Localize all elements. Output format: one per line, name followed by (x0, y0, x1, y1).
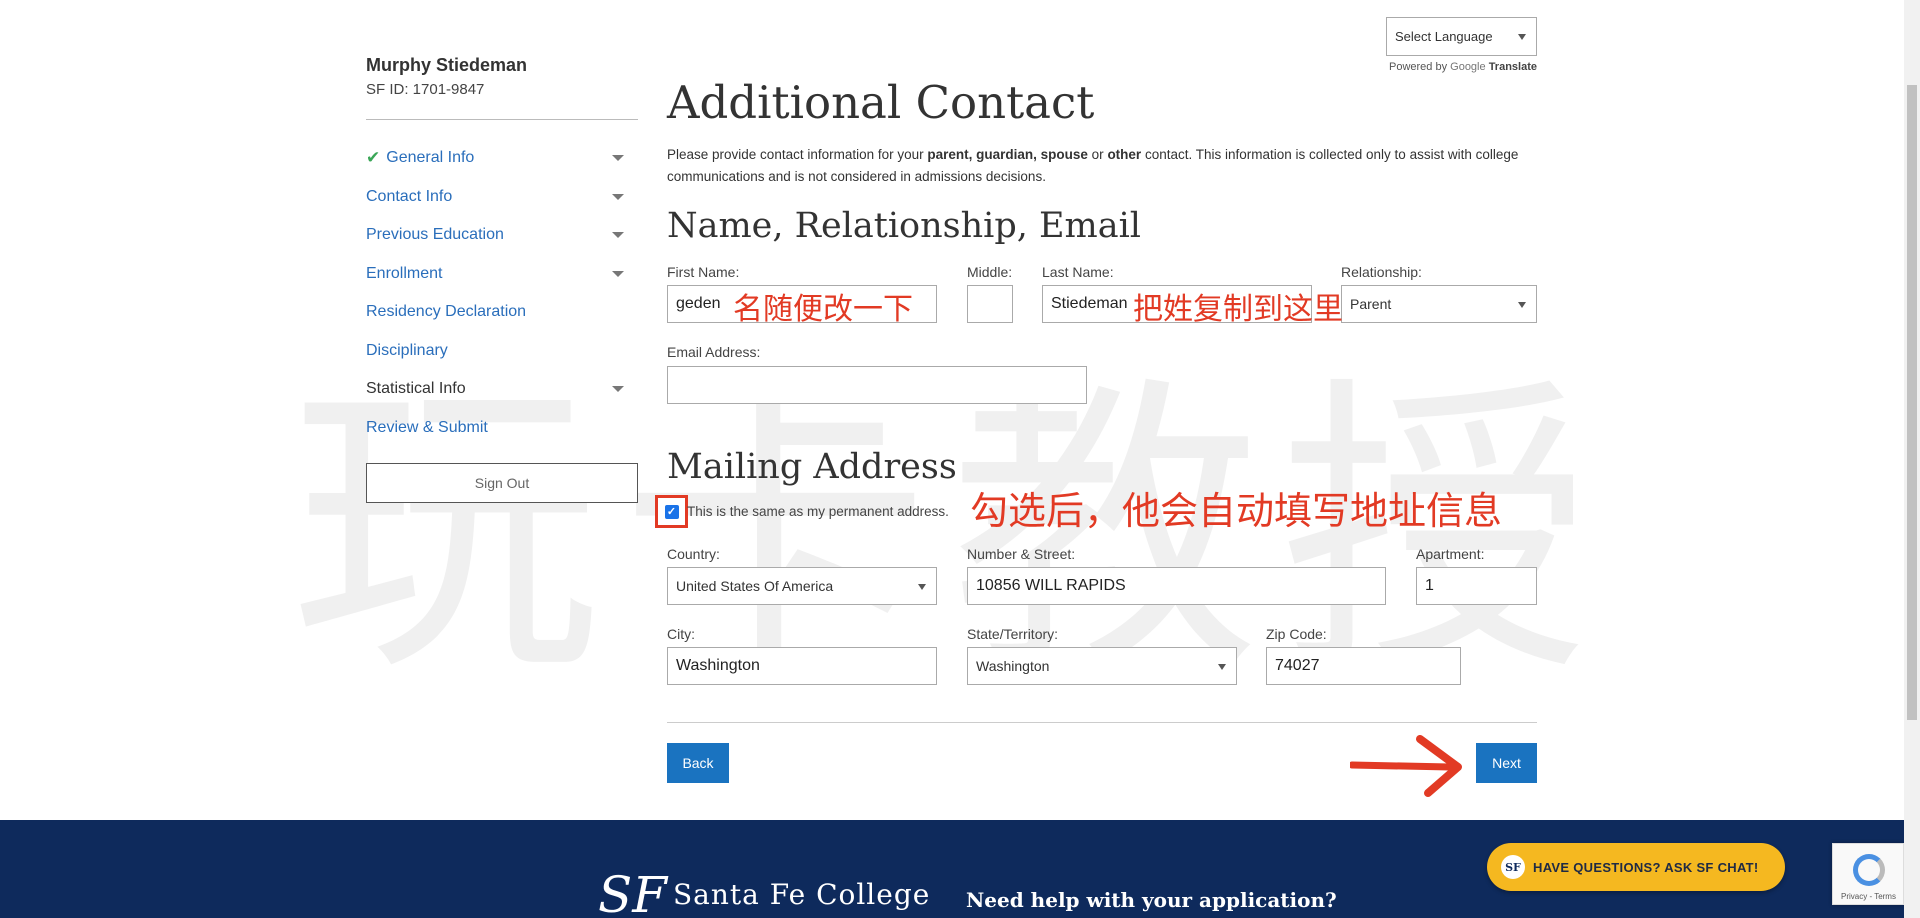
user-name: Murphy Stiedeman (366, 55, 528, 75)
nav-item-residency-declaration[interactable]: Residency Declaration (366, 293, 638, 332)
dropdown-arrow-icon (1518, 302, 1526, 308)
logo-name: Santa Fe College (672, 878, 931, 911)
first-name-label: First Name: (667, 264, 740, 280)
user-id: SF ID: 1701-9847 (366, 81, 485, 98)
email-label: Email Address: (667, 344, 761, 360)
powered-by-text: Powered by (1388, 61, 1448, 73)
caret-down-icon[interactable] (612, 386, 624, 393)
nav-item-label: Contact Info (366, 187, 453, 205)
red-arrow-icon (1350, 735, 1462, 797)
city-field[interactable]: Washington (667, 647, 937, 685)
sidebar: Murphy Stiedeman SF ID: 1701-9847 ✔ Gener… (366, 55, 638, 503)
intro-text: Please provide contact information for y… (667, 147, 1519, 184)
relationship-select[interactable]: Parent (1341, 285, 1537, 323)
nav-item-label: Disciplinary (366, 341, 448, 359)
country-select[interactable]: United States Of America (667, 567, 937, 605)
nav-item-disciplinary[interactable]: Disciplinary (366, 332, 638, 371)
state-label: State/Territory: (967, 626, 1059, 642)
nav-item-label: Review & Submit (366, 418, 488, 436)
city-label: City: (667, 626, 695, 642)
country-value: United States Of America (676, 578, 834, 594)
sf-chat-label: HAVE QUESTIONS? ASK SF CHAT! (1533, 859, 1759, 875)
logo-mark: SF (598, 866, 667, 918)
caret-down-icon[interactable] (612, 232, 624, 239)
language-select-label: Select Language (1395, 29, 1493, 44)
recaptcha-badge[interactable]: Privacy - Terms (1832, 843, 1904, 905)
caret-down-icon[interactable] (612, 270, 624, 277)
google-logo: Google (1450, 61, 1486, 73)
same-address-checkbox[interactable]: ✓ (655, 495, 688, 528)
page-scrollbar[interactable] (1904, 0, 1920, 918)
sidebar-divider (366, 119, 638, 120)
zip-label: Zip Code: (1266, 626, 1327, 642)
email-field[interactable] (667, 366, 1087, 404)
caret-down-icon[interactable] (612, 193, 624, 200)
recaptcha-icon (1853, 854, 1885, 886)
page: 玩卡教授 Murphy Stiedeman SF ID: 1701-9847 ✔… (0, 0, 1920, 918)
checkbox-check-icon: ✓ (664, 504, 679, 519)
santa-fe-college-logo[interactable]: SF Santa Fe College (598, 866, 930, 918)
language-select[interactable]: Select Language (1386, 17, 1537, 56)
relationship-label: Relationship: (1341, 264, 1422, 280)
apartment-field[interactable]: 1 (1416, 567, 1537, 605)
last-name-label: Last Name: (1042, 264, 1114, 280)
annotation-checkbox: 勾选后，他会自动填写地址信息 (970, 489, 1503, 533)
back-button[interactable]: Back (667, 743, 729, 783)
section-heading-mailing: Mailing Address (667, 447, 957, 487)
sf-chat-logo-icon: SF (1501, 855, 1525, 879)
nav-item-statistical-info[interactable]: Statistical Info (366, 370, 638, 409)
relationship-value: Parent (1350, 296, 1392, 312)
middle-name-field[interactable] (967, 285, 1013, 323)
checkmark-icon: ✔ (366, 148, 381, 168)
country-label: Country: (667, 546, 720, 562)
page-title: Additional Contact (667, 76, 1095, 129)
nav-item-label: General Info (386, 149, 475, 167)
nav-item-label: Residency Declaration (366, 303, 527, 321)
street-label: Number & Street: (967, 546, 1076, 562)
caret-down-icon[interactable] (612, 155, 624, 162)
zip-field[interactable]: 74027 (1266, 647, 1461, 685)
street-field[interactable]: 10856 WILL RAPIDS (967, 567, 1386, 605)
nav-item-previous-education[interactable]: Previous Education (366, 216, 638, 255)
dropdown-arrow-icon (1218, 664, 1226, 670)
same-address-label: This is the same as my permanent address… (687, 504, 949, 519)
annotation-first-name: 名随便改一下 (733, 292, 913, 327)
annotation-last-name: 把姓复制到这里 (1133, 292, 1343, 327)
middle-name-label: Middle: (967, 264, 1013, 280)
state-select[interactable]: Washington (967, 647, 1237, 685)
dropdown-arrow-icon (1518, 34, 1526, 40)
nav-item-label: Enrollment (366, 264, 443, 282)
translate-link[interactable]: Translate (1489, 61, 1537, 73)
apartment-label: Apartment: (1416, 546, 1485, 562)
nav-item-enrollment[interactable]: Enrollment (366, 255, 638, 294)
scrollbar-thumb[interactable] (1907, 85, 1917, 720)
sign-out-button[interactable]: Sign Out (366, 463, 638, 503)
powered-by-google-translate: Powered by Google Translate (1389, 61, 1537, 73)
dropdown-arrow-icon (918, 584, 926, 590)
section-heading-name: Name, Relationship, Email (667, 206, 1141, 246)
recaptcha-links[interactable]: Privacy - Terms (1841, 892, 1896, 901)
next-button[interactable]: Next (1476, 743, 1537, 783)
form-divider (667, 722, 1537, 723)
sf-chat-button[interactable]: SF HAVE QUESTIONS? ASK SF CHAT! (1487, 843, 1785, 891)
sidebar-nav: ✔ General Info Contact Info Previous Educ… (366, 139, 638, 447)
nav-item-label: Statistical Info (366, 380, 466, 398)
nav-item-label: Previous Education (366, 226, 504, 244)
state-value: Washington (976, 658, 1050, 674)
nav-item-general-info[interactable]: ✔ General Info (366, 139, 638, 178)
nav-item-review-submit[interactable]: Review & Submit (366, 409, 638, 448)
footer-help-heading: Need help with your application? (966, 888, 1337, 912)
nav-item-contact-info[interactable]: Contact Info (366, 178, 638, 217)
